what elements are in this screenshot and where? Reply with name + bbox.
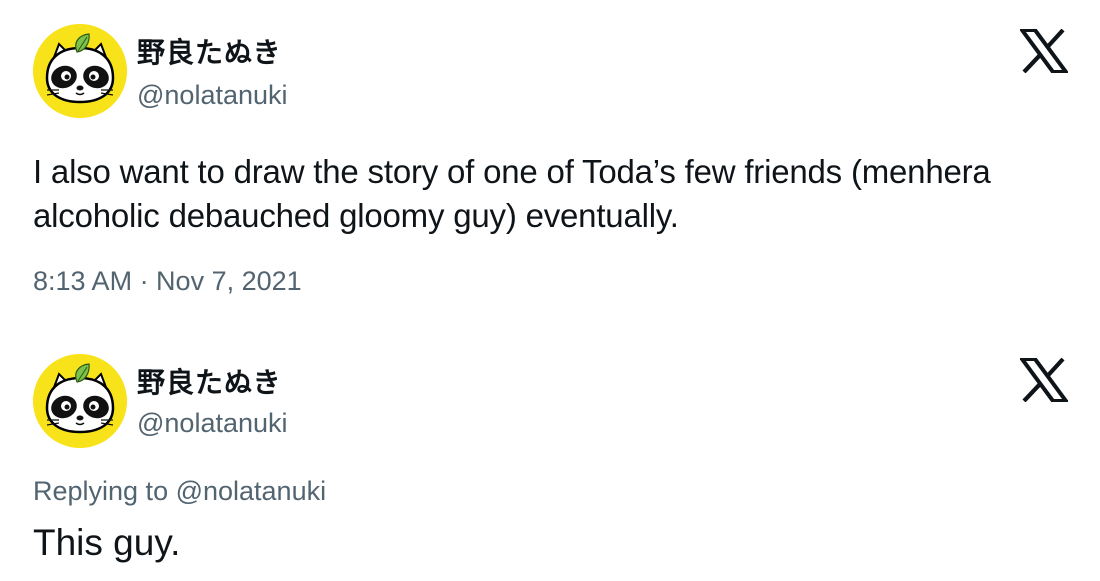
display-name[interactable]: 野良たぬき <box>137 361 281 401</box>
tweet-text: This guy. <box>33 522 181 563</box>
tweet-text: I also want to draw the story of one of … <box>33 153 991 234</box>
tweet-timestamp[interactable]: 8:13 AM · Nov 7, 2021 <box>33 266 302 297</box>
tweet-card: 野良たぬき @nolatanuki Replying to @nolatanuk… <box>0 330 1100 581</box>
tanuki-avatar-icon[interactable] <box>33 24 127 118</box>
tanuki-avatar-icon[interactable] <box>33 354 127 448</box>
user-handle[interactable]: @nolatanuki <box>137 80 288 111</box>
x-logo-icon[interactable] <box>1018 28 1070 74</box>
user-handle[interactable]: @nolatanuki <box>137 408 288 439</box>
display-name[interactable]: 野良たぬき <box>137 31 281 71</box>
replying-to-label[interactable]: Replying to @nolatanuki <box>33 476 326 507</box>
tweet-card: 野良たぬき @nolatanuki I also want to draw th… <box>0 0 1100 318</box>
x-logo-icon[interactable] <box>1018 357 1070 403</box>
